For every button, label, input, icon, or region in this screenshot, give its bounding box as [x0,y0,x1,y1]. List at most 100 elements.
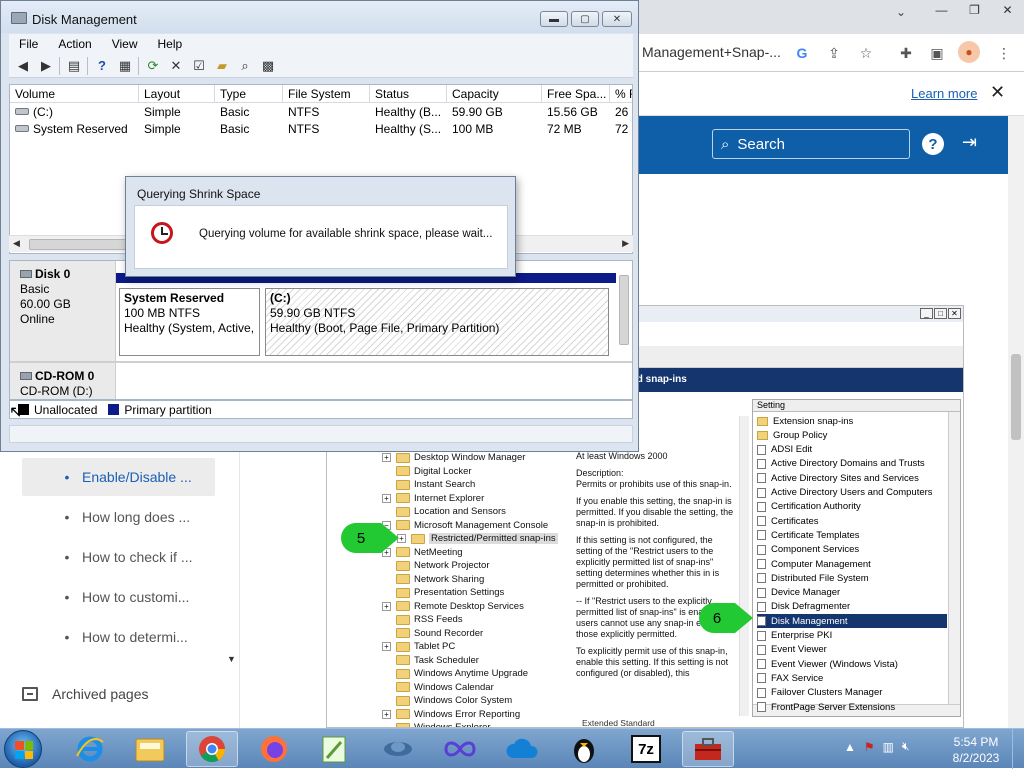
folder-icon [396,655,410,665]
network-icon[interactable] [372,731,424,767]
table-cell[interactable]: Healthy (B... [370,105,447,121]
file-explorer-icon[interactable] [124,731,176,767]
table-cell[interactable]: 26 [610,105,632,121]
column-header[interactable]: Layout [139,85,215,103]
table-cell[interactable]: Basic [215,105,283,121]
cdrom-label[interactable]: CD-ROM 0 CD-ROM (D:) [10,363,116,399]
start-button[interactable] [4,730,42,768]
partition-c-drive[interactable]: (C:) 59.90 GB NTFS Healthy (Boot, Page F… [265,288,609,356]
policy-icon [757,673,766,684]
google-lens-icon[interactable]: G [792,43,812,63]
browser-close-icon[interactable]: ✕ [991,0,1024,20]
table-cell[interactable]: 100 MB [447,122,542,138]
table-cell[interactable]: 15.56 GB [542,105,610,121]
sign-in-icon[interactable]: ⇥ [962,132,977,153]
toc-item[interactable]: • Enable/Disable ... [22,458,215,496]
tab-search-chevron-icon[interactable]: ⌄ [896,5,906,19]
scroll-right-icon[interactable]: ▶ [622,238,629,249]
column-header[interactable]: Capacity [447,85,542,103]
column-header[interactable]: File System [283,85,370,103]
tray-expand-icon[interactable]: ▲ [844,740,856,754]
check-icon[interactable]: ☑ [189,57,209,75]
toc-item[interactable]: • How long does ... [22,498,215,536]
show-desktop-button[interactable] [1012,729,1024,769]
toolbox-icon[interactable] [682,731,734,767]
help-book-icon[interactable]: ? [92,57,112,75]
learn-more-link[interactable]: Learn more [911,86,977,101]
menu-help[interactable]: Help [148,37,193,51]
toc-item[interactable]: • How to customi... [22,578,215,616]
disk0-label[interactable]: Disk 0 Basic 60.00 GB Online [10,261,116,361]
cell-text: 100 MB [452,122,494,136]
clock[interactable]: 5:54 PM 8/2/2023 [944,734,1008,766]
delete-x-icon[interactable]: ✕ [166,57,186,75]
menu-action[interactable]: Action [48,37,101,51]
vscroll-thumb[interactable] [619,275,629,345]
menu-file[interactable]: File [9,37,48,51]
volume-row-name[interactable]: (C:) [10,105,139,121]
close-button[interactable]: ✕ [602,11,632,27]
column-header[interactable]: Volume [10,85,139,103]
show-hide-tree-icon[interactable]: ▤ [64,57,84,75]
table-cell[interactable]: Simple [139,122,215,138]
column-header[interactable]: Free Spa... [542,85,610,103]
browser-restore-icon[interactable]: ❐ [958,0,991,20]
table-cell[interactable]: Healthy (S... [370,122,447,138]
toc-item[interactable]: • How to determi... [22,618,215,656]
column-header[interactable]: Status [370,85,447,103]
linux-tux-icon[interactable] [558,731,610,767]
menu-view[interactable]: View [102,37,148,51]
table-cell[interactable]: Basic [215,122,283,138]
setting-item: Disk Defragmenter [757,600,947,614]
back-arrow-icon[interactable]: ◀ [13,57,33,75]
network-tray-icon[interactable]: ▥ [883,740,894,754]
7zip-icon[interactable]: 7z [620,731,672,767]
table-cell[interactable]: 59.90 GB [447,105,542,121]
volume-row-name[interactable]: System Reserved [10,122,139,138]
search-disk-icon[interactable]: ⌕ [235,57,255,75]
minimize-button[interactable]: ▬ [540,11,568,27]
browser-menu-icon[interactable]: ⋮ [994,43,1014,63]
onedrive-icon[interactable] [496,731,548,767]
toc-scroll-down-icon[interactable]: ▼ [227,654,236,664]
address-bar-text[interactable]: Management+Snap-... [642,44,781,60]
help-icon[interactable]: ? [922,133,944,155]
maximize-button[interactable]: ▢ [571,11,599,27]
page-scrollbar[interactable] [1008,116,1024,728]
chrome-icon[interactable] [186,731,238,767]
page-scroll-thumb[interactable] [1011,354,1021,440]
table-cell[interactable]: Simple [139,105,215,121]
disk-graph-vscroll[interactable] [616,265,632,395]
flag-alert-icon[interactable]: ⚑ [864,740,875,754]
forward-arrow-icon[interactable]: ▶ [36,57,56,75]
table-cell[interactable]: 72 [610,122,632,138]
share-icon[interactable]: ⇪ [824,43,844,63]
notepadpp-icon[interactable] [308,731,360,767]
hscroll-thumb[interactable] [29,239,139,250]
extensions-icon[interactable]: ✚ [896,43,916,63]
archived-pages-link[interactable]: Archived pages [22,686,149,702]
side-panel-icon[interactable]: ▣ [927,43,947,63]
properties-icon[interactable]: ▦ [115,57,135,75]
infinity-icon[interactable] [434,731,486,767]
setting-item: Failover Clusters Manager [757,686,947,700]
table-cell[interactable]: NTFS [283,105,370,121]
column-header[interactable]: Type [215,85,283,103]
scroll-left-icon[interactable]: ◀ [13,238,20,249]
volume-muted-icon[interactable]: 🔇︎ [902,739,910,754]
table-cell[interactable]: 72 MB [542,122,610,138]
info-close-icon[interactable]: ✕ [990,82,1005,103]
refresh-icon[interactable]: ⟳ [143,57,163,75]
column-header[interactable]: % F [610,85,632,103]
firefox-icon[interactable] [248,731,300,767]
profile-avatar-icon[interactable]: ● [958,41,980,63]
bookmark-star-icon[interactable]: ☆ [856,43,876,63]
browser-minimize-icon[interactable]: — [925,0,958,20]
view-details-icon[interactable]: ▩ [258,57,278,75]
open-folder-icon[interactable]: ▰ [212,57,232,75]
table-cell[interactable]: NTFS [283,122,370,138]
toc-item[interactable]: • How to check if ... [22,538,215,576]
internet-explorer-icon[interactable] [64,731,116,767]
site-search-box[interactable]: ⌕ Search [712,129,910,159]
partition-system-reserved[interactable]: System Reserved 100 MB NTFS Healthy (Sys… [119,288,260,356]
